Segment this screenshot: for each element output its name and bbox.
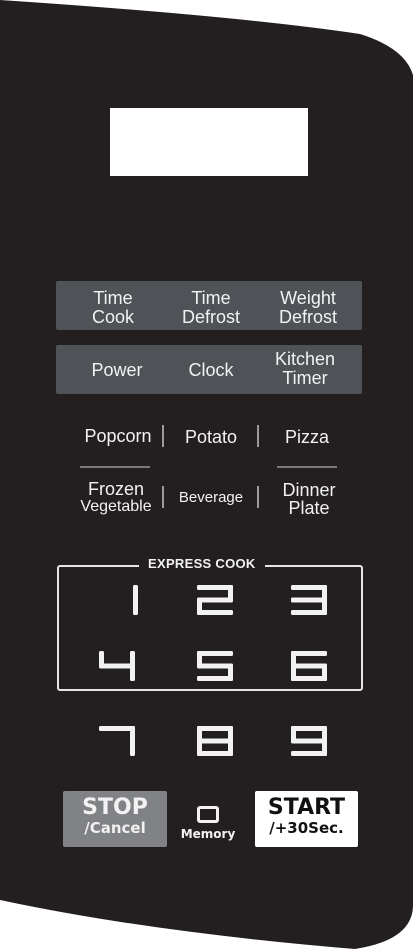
digit-segment [322,665,327,681]
start-button[interactable]: START /+30Sec. [255,791,358,847]
add-30-sec-label: /+30Sec. [269,819,344,837]
digit-segment [130,740,135,756]
digit-4-glyph [99,651,135,681]
beverage-button[interactable]: Beverage [170,489,252,506]
digit-8-glyph [197,726,233,756]
separator [162,425,164,447]
divider-line [80,466,150,468]
time-defrost-line2: Defrost [181,307,241,327]
digit-2-glyph [197,585,233,615]
start-label: START [267,795,346,820]
digit-segment [197,651,233,656]
digit-3-glyph [291,585,327,615]
digit-segment [291,726,327,731]
digit-segment [130,726,135,742]
digit-segment [130,651,135,667]
digit-6-button[interactable] [289,649,329,683]
digit-segment [197,610,233,615]
power-button[interactable]: Power [74,361,160,380]
digit-8-button[interactable] [195,724,235,758]
digit-segment [291,597,327,603]
digit-9-button[interactable] [289,724,329,758]
clock-label: Clock [188,360,234,380]
digit-7-glyph [99,726,135,756]
digit-segment [291,738,327,744]
digit-segment [197,738,233,744]
cancel-label: /Cancel [84,819,146,837]
kitchen-timer-button[interactable]: Kitchen Timer [262,350,348,388]
potato-button[interactable]: Potato [175,427,247,448]
separator [257,425,259,447]
digit-7-button[interactable] [97,724,137,758]
digit-segment [133,585,138,601]
digit-segment [197,585,233,590]
clock-button[interactable]: Clock [168,361,254,380]
digit-1-glyph [133,585,138,615]
memory-button[interactable]: Memory [180,806,236,852]
digit-segment [197,751,233,756]
digit-segment [133,599,138,615]
pizza-button[interactable]: Pizza [272,427,342,448]
frozen-line1: Frozen [87,479,145,499]
separator [162,486,164,508]
time-cook-button[interactable]: Time Cook [70,289,156,327]
digit-segment [291,610,327,615]
digit-segment [130,665,135,681]
digit-4-button[interactable] [97,649,137,683]
lcd-display [110,108,308,176]
digit-1-button[interactable] [100,583,140,617]
time-defrost-button[interactable]: Time Defrost [168,289,254,327]
digit-2-button[interactable] [195,583,235,617]
weight-defrost-button[interactable]: Weight Defrost [265,289,351,327]
digit-3-button[interactable] [289,583,329,617]
memory-label: Memory [180,827,236,841]
digit-segment [197,597,233,603]
separator [257,486,259,508]
dinner-line2: Plate [288,498,330,518]
digit-segment [291,751,327,756]
digit-segment [291,651,327,656]
weight-defrost-line2: Defrost [278,307,338,327]
frozen-line2: Vegetable [80,498,152,515]
digit-5-button[interactable] [195,649,235,683]
weight-defrost-line1: Weight [280,288,336,308]
express-cook-label: EXPRESS COOK [139,556,265,571]
stop-label: STOP [82,795,148,820]
digit-segment [291,585,327,590]
kitchen-timer-line1: Kitchen [274,349,336,369]
popcorn-button[interactable]: Popcorn [73,426,163,447]
digit-segment [291,663,327,669]
digit-segment [197,726,233,731]
power-label: Power [91,360,143,380]
digit-segment [197,676,233,681]
digit-segment [99,726,135,731]
time-defrost-line1: Time [191,288,231,308]
time-cook-line2: Cook [91,307,135,327]
digit-segment [197,663,233,669]
digit-9-glyph [291,726,327,756]
kitchen-timer-line2: Timer [282,368,328,388]
frozen-vegetable-button[interactable]: Frozen Vegetable [70,480,162,516]
memory-zero-icon [197,806,219,823]
digit-segment [99,663,135,669]
digit-5-glyph [197,651,233,681]
dinner-plate-button[interactable]: Dinner Plate [268,481,350,517]
time-cook-line1: Time [93,288,133,308]
digit-6-glyph [291,651,327,681]
dinner-line1: Dinner [282,480,336,500]
stop-cancel-button[interactable]: STOP /Cancel [63,791,167,847]
digit-segment [291,676,327,681]
divider-line [277,466,337,468]
